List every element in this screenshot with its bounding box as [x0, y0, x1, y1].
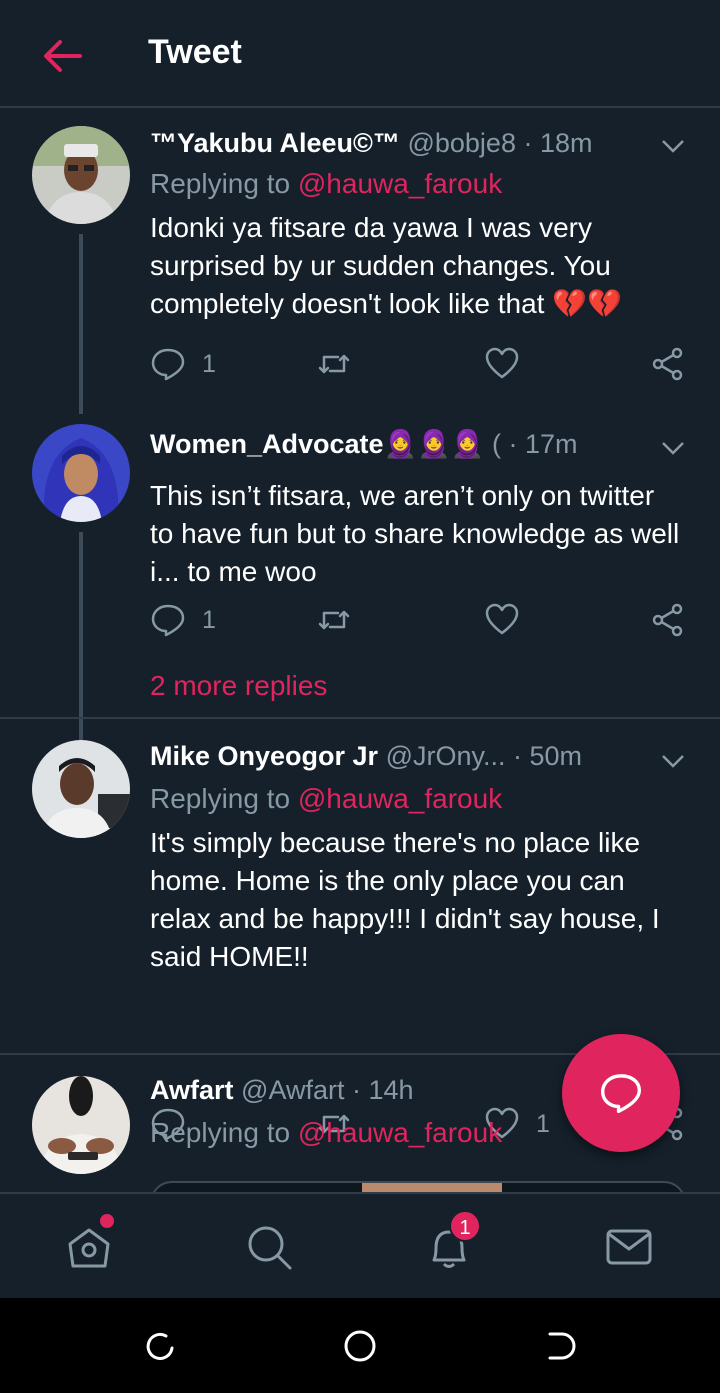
- back-icon[interactable]: [542, 1328, 578, 1364]
- chevron-down-icon[interactable]: [660, 753, 686, 769]
- chevron-down-icon[interactable]: [660, 440, 686, 456]
- tweet-header: Mike Onyeogor Jr @JrOny... · 50m: [150, 741, 650, 772]
- tweet[interactable]: Women_Advocate🧕🧕🧕 ( · 17m This isn’t fit…: [0, 420, 720, 808]
- replying-to: Replying to @hauwa_farouk: [150, 168, 502, 200]
- home-unread-dot: [100, 1214, 114, 1228]
- tweet-actions: 1: [150, 600, 690, 640]
- tweet-text: Idonki ya fitsare da yawa I was very sur…: [150, 212, 622, 319]
- system-navigation-bar: [0, 1298, 720, 1393]
- like-button[interactable]: [484, 344, 520, 384]
- replying-to-label: Replying to: [150, 1117, 298, 1148]
- like-icon: [485, 603, 519, 635]
- retweet-button[interactable]: [316, 344, 352, 384]
- replying-to: Replying to @hauwa_farouk: [150, 1117, 502, 1149]
- tweet-time: · 18m: [523, 128, 593, 158]
- author-name[interactable]: ™Yakubu Aleeu©™: [150, 128, 400, 158]
- compose-reply-button[interactable]: [562, 1034, 680, 1152]
- more-replies-link[interactable]: 2 more replies: [150, 670, 327, 702]
- tweet-header: ™Yakubu Aleeu©™ @bobje8 · 18m: [150, 128, 650, 159]
- home-button-icon[interactable]: [342, 1328, 378, 1364]
- tweet-actions: 1: [150, 344, 690, 384]
- author-handle: @JrOny...: [385, 741, 506, 771]
- replying-to-label: Replying to: [150, 168, 298, 199]
- share-icon: [652, 347, 683, 381]
- back-arrow-icon[interactable]: [40, 36, 84, 76]
- tweet-media[interactable]: [150, 1181, 686, 1192]
- page-title: Tweet: [148, 33, 242, 71]
- replying-to-handle[interactable]: @hauwa_farouk: [298, 168, 502, 199]
- reply-count: 1: [202, 349, 216, 378]
- compose-reply-icon: [600, 1074, 642, 1114]
- author-name[interactable]: Women_Advocate🧕🧕🧕: [150, 429, 484, 459]
- thread-line: [79, 234, 83, 414]
- tweet-time: · 50m: [513, 741, 583, 771]
- tweet-header: Women_Advocate🧕🧕🧕 ( · 17m: [150, 428, 620, 460]
- reply-button[interactable]: 1: [150, 344, 216, 384]
- avatar[interactable]: [32, 424, 130, 522]
- avatar[interactable]: [32, 126, 130, 224]
- replying-to-handle[interactable]: @hauwa_farouk: [298, 1117, 502, 1148]
- tweet-time: · 17m: [508, 429, 578, 459]
- home-icon[interactable]: [64, 1222, 114, 1272]
- replying-to: Replying to @hauwa_farouk: [150, 783, 502, 815]
- like-icon: [485, 347, 519, 379]
- reply-icon: [151, 348, 185, 381]
- retweet-button[interactable]: [316, 600, 352, 640]
- retweet-icon: [318, 354, 350, 374]
- tweet-time: · 14h: [352, 1075, 414, 1105]
- tweet-header: Awfart @Awfart · 14h: [150, 1075, 550, 1106]
- messages-icon[interactable]: [604, 1222, 654, 1272]
- author-handle: @Awfart: [241, 1075, 345, 1105]
- replies-feed[interactable]: ™Yakubu Aleeu©™ @bobje8 · 18m Replying t…: [0, 110, 720, 1192]
- share-button[interactable]: [650, 344, 686, 384]
- notifications-badge: 1: [449, 1210, 481, 1242]
- tweet-text: It's simply because there's no place lik…: [150, 827, 660, 972]
- reply-count: 1: [202, 605, 216, 634]
- bottom-navigation: 1: [0, 1192, 720, 1298]
- tweet[interactable]: Mike Onyeogor Jr @JrOny... · 50m Replyin…: [0, 719, 720, 1141]
- author-handle: @bobje8: [407, 128, 516, 158]
- tweet-text: This isn’t fitsara, we aren’t only on tw…: [150, 480, 680, 587]
- reply-icon: [151, 604, 185, 637]
- recents-icon[interactable]: [142, 1328, 178, 1364]
- author-name[interactable]: Awfart: [150, 1075, 234, 1105]
- share-icon: [652, 603, 683, 637]
- avatar[interactable]: [32, 740, 130, 838]
- like-button[interactable]: [484, 600, 520, 640]
- search-icon[interactable]: [244, 1222, 294, 1272]
- tweet[interactable]: ™Yakubu Aleeu©™ @bobje8 · 18m Replying t…: [0, 110, 720, 420]
- author-handle: (: [491, 429, 501, 459]
- replying-to-label: Replying to: [150, 783, 298, 814]
- share-button[interactable]: [650, 600, 686, 640]
- avatar[interactable]: [32, 1076, 130, 1174]
- reply-button[interactable]: 1: [150, 600, 216, 640]
- author-name[interactable]: Mike Onyeogor Jr: [150, 741, 378, 771]
- top-app-bar: Tweet: [0, 0, 720, 108]
- replying-to-handle[interactable]: @hauwa_farouk: [298, 783, 502, 814]
- retweet-icon: [318, 610, 350, 630]
- chevron-down-icon[interactable]: [660, 138, 686, 154]
